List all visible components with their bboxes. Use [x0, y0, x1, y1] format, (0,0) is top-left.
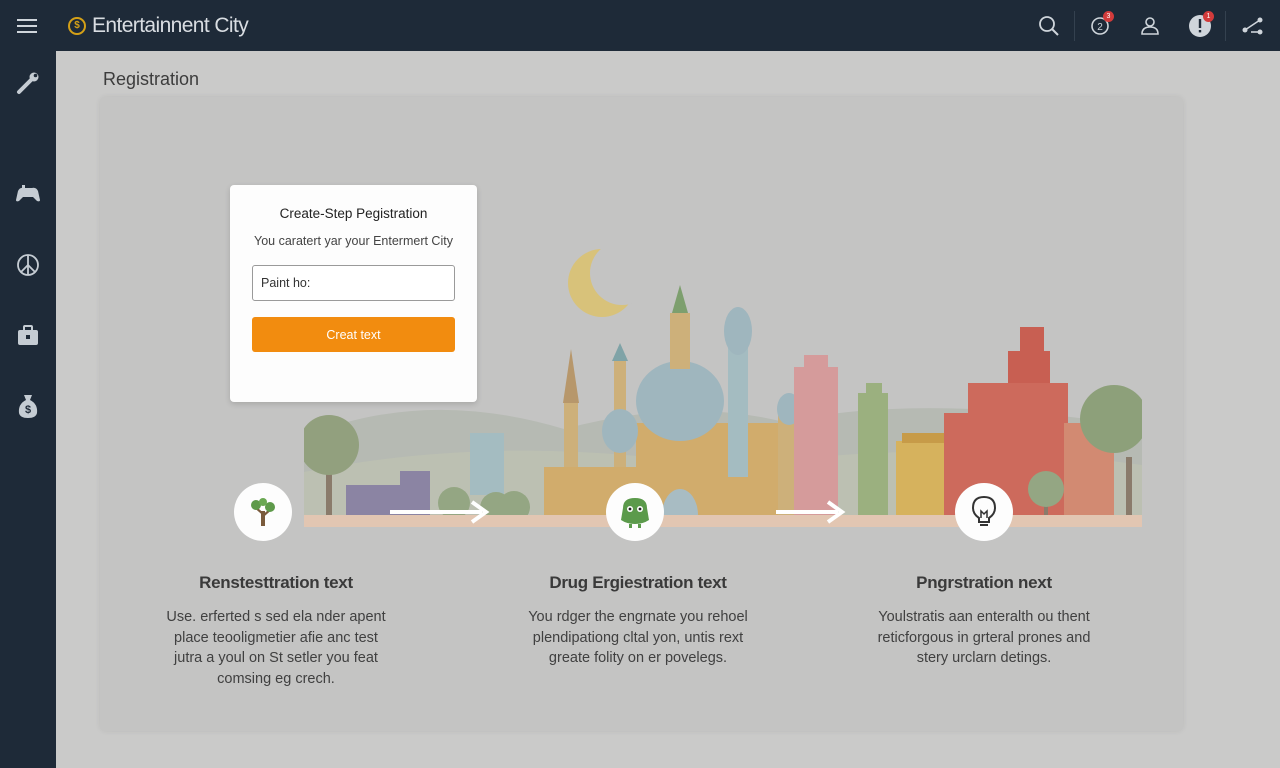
share-button[interactable]: [1226, 0, 1280, 51]
lightbulb-icon: [971, 495, 997, 526]
monster-icon: [621, 498, 649, 528]
main-content: Registration Create-Step Pegistration Yo…: [56, 51, 1280, 768]
app-title: Entertainnent City: [92, 13, 249, 37]
sidebar-item-tools[interactable]: [0, 61, 56, 105]
step-3-title: Pngrstration next: [916, 573, 1052, 592]
registration-card: Create-Step Pegistration You caratert ya…: [230, 185, 477, 402]
step-1-description: Use. erferted s sed ela nder apent place…: [166, 609, 386, 687]
brand[interactable]: $ Entertainnent City: [68, 13, 249, 38]
briefcase-icon: [18, 325, 38, 345]
top-bar: $ Entertainnent City 2 3 1: [0, 0, 1280, 51]
search-button[interactable]: [1024, 0, 1074, 51]
peace-icon: [17, 254, 39, 276]
sidebar-item-money[interactable]: $: [0, 384, 56, 428]
user-icon: [1141, 16, 1159, 35]
hamburger-icon: [17, 18, 37, 33]
share-icon: [1242, 17, 1263, 34]
gamepad-icon: [16, 185, 40, 202]
step-2-icon-circle: [606, 483, 664, 541]
notifications-button[interactable]: 2 3: [1075, 0, 1125, 51]
step-1-title: Renstesttration text: [199, 573, 353, 592]
search-icon: [1039, 15, 1059, 36]
step-3-icon-circle: [955, 483, 1013, 541]
svg-text:$: $: [25, 404, 31, 416]
sidebar-item-business[interactable]: [0, 313, 56, 357]
step-1-icon-circle: [234, 483, 292, 541]
card-subtitle: You caratert yar your Entermert City: [254, 234, 453, 248]
step-3-description: Youlstratis aan enteralth ou thent retic…: [877, 609, 1091, 666]
card-title: Create-Step Pegistration: [279, 206, 428, 221]
alert-badge: 1: [1203, 11, 1214, 22]
top-icon-bar: 2 3 1: [1024, 0, 1280, 51]
sidebar: $: [0, 51, 56, 768]
step-2-description: You rdger the engrnate you rehoel plendi…: [528, 609, 748, 666]
alerts-button[interactable]: 1: [1175, 0, 1225, 51]
page-title: Registration: [103, 69, 200, 89]
registration-panel: Create-Step Pegistration You caratert ya…: [100, 97, 1183, 731]
arrow-right-icon: [776, 500, 846, 524]
create-button[interactable]: Creat text: [252, 317, 455, 352]
sidebar-item-community[interactable]: [0, 243, 56, 287]
sidebar-item-games[interactable]: [0, 171, 56, 215]
tree-icon: [251, 498, 275, 526]
coin-logo-icon: $: [68, 16, 86, 35]
arrow-right-icon: [390, 500, 490, 524]
hamburger-menu-button[interactable]: [0, 0, 54, 51]
step-2-title: Drug Ergiestration text: [549, 573, 727, 592]
notification-badge: 3: [1103, 11, 1114, 22]
registration-input[interactable]: [252, 265, 455, 301]
svg-text:2: 2: [1097, 22, 1103, 33]
tools-icon: [17, 72, 39, 94]
profile-button[interactable]: [1125, 0, 1175, 51]
money-bag-icon: $: [18, 395, 38, 418]
